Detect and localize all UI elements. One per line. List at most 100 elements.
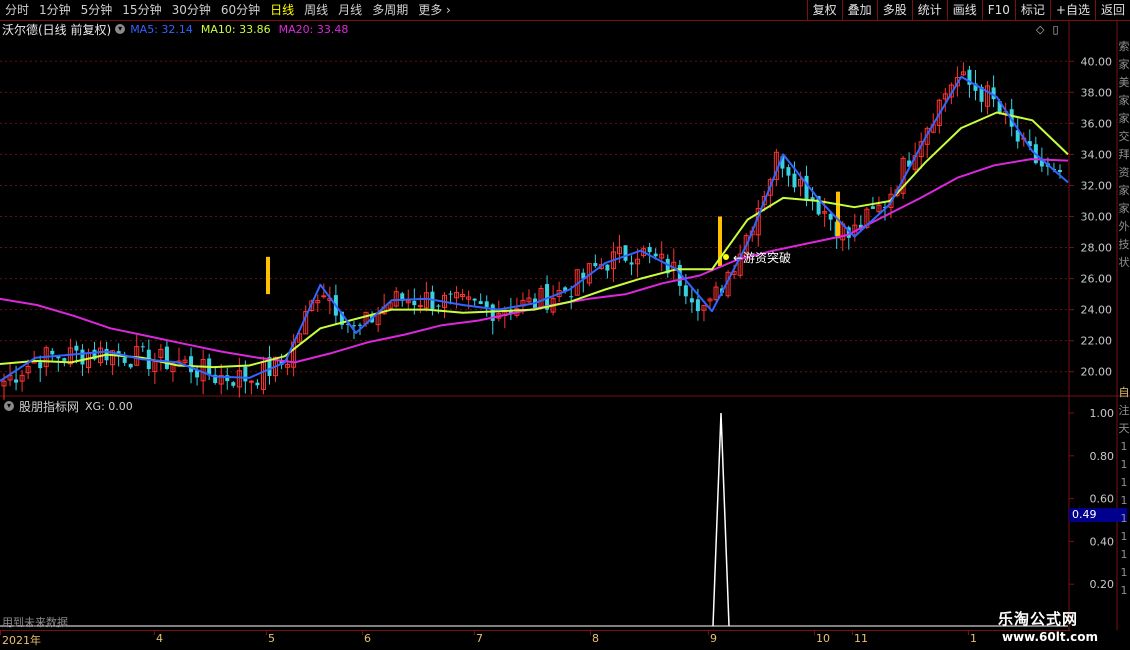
strip-char[interactable]: 1 — [1118, 582, 1130, 600]
candle-body — [786, 167, 791, 176]
right-info-strip: 索家美家家交拜资家家外技状自注天111111111 — [1118, 38, 1130, 600]
strip-char[interactable]: 1 — [1118, 474, 1130, 492]
date-tick: 11 — [854, 632, 868, 645]
date-tick: 6 — [364, 632, 371, 645]
y-tick-label: 30.00 — [1081, 211, 1113, 224]
date-tick: 10 — [816, 632, 830, 645]
candle-body — [80, 349, 85, 365]
watermark-url: www.60lt.com — [1002, 630, 1099, 644]
candle-body — [478, 301, 483, 305]
y-tick-label: 34.00 — [1081, 148, 1113, 161]
date-tick: 8 — [592, 632, 599, 645]
candle-body — [351, 325, 356, 327]
strip-char[interactable]: 1 — [1118, 564, 1130, 582]
candle-body — [448, 293, 453, 295]
candle-body — [14, 379, 19, 383]
strip-char[interactable]: 1 — [1118, 510, 1130, 528]
strip-char[interactable]: 资 — [1118, 164, 1130, 182]
candle-body — [189, 356, 194, 373]
candle-body — [653, 253, 658, 257]
candle-body — [38, 362, 43, 369]
candle-body — [472, 298, 477, 301]
strip-char[interactable]: 自 — [1118, 384, 1130, 402]
strip-char[interactable]: 家 — [1118, 92, 1130, 110]
watermark-title: 乐淘公式网 — [998, 610, 1079, 628]
candle-body — [62, 358, 67, 361]
strip-char[interactable]: 交 — [1118, 128, 1130, 146]
strip-char[interactable]: 1 — [1118, 492, 1130, 510]
date-axis: 2021年 4 5 6 7 8 9 10 11 1 — [0, 630, 1070, 649]
y-tick-label: 36.00 — [1081, 117, 1113, 130]
signal-bar — [836, 191, 840, 239]
sub-y-tick-label: 0.80 — [1090, 450, 1115, 463]
strip-char[interactable]: 家 — [1118, 200, 1130, 218]
candle-body — [623, 245, 628, 261]
strip-char[interactable]: 家 — [1118, 110, 1130, 128]
candle-body — [243, 366, 248, 382]
breakout-annotation: ←游资突破 — [733, 251, 792, 265]
date-tick: 9 — [710, 632, 717, 645]
candle-body — [412, 300, 417, 306]
strip-char[interactable]: 家 — [1118, 182, 1130, 200]
y-tick-label: 38.00 — [1081, 86, 1113, 99]
strip-char[interactable]: 1 — [1118, 438, 1130, 456]
candle-body — [647, 247, 652, 253]
y-tick-label: 22.00 — [1081, 335, 1113, 348]
strip-char[interactable]: 拜 — [1118, 146, 1130, 164]
signal-bar — [266, 256, 270, 295]
date-tick: 1 — [970, 632, 977, 645]
candle-body — [255, 382, 260, 386]
candle-body — [128, 363, 133, 368]
candle-body — [792, 173, 797, 188]
breakout-marker — [723, 254, 729, 260]
candle-body — [569, 296, 574, 298]
kline-chart[interactable]: 40.00 38.00 36.00 34.00 32.00 30.00 28.00 26.00… — [0, 0, 1130, 650]
indicator-title[interactable]: 股朋指标网 — [19, 398, 79, 415]
sub-y-tick-label: 0.40 — [1090, 535, 1115, 548]
sub-y-tick-label: 0.20 — [1090, 578, 1115, 591]
y-tick-label: 40.00 — [1081, 55, 1113, 68]
candle-body — [417, 305, 423, 308]
sub-y-tick-label: 0.60 — [1090, 493, 1115, 506]
candle-body — [164, 346, 169, 369]
strip-char[interactable]: 家 — [1118, 56, 1130, 74]
y-tick-label: 32.00 — [1081, 179, 1113, 192]
chevron-down-icon[interactable]: ▾ — [4, 401, 14, 411]
indicator-header: ▾ 股朋指标网 XG: 0.00 — [0, 398, 133, 414]
strip-char[interactable]: 1 — [1118, 456, 1130, 474]
candle-body — [593, 263, 598, 267]
candle-body — [140, 346, 145, 348]
date-tick: 4 — [156, 632, 163, 645]
xg-spike — [712, 412, 730, 627]
candle-body — [695, 299, 700, 312]
candle-body — [321, 295, 327, 298]
candle-body — [1057, 169, 1062, 173]
sub-y-tick-label: 1.00 — [1090, 407, 1115, 420]
y-tick-label: 26.00 — [1081, 273, 1113, 286]
candle-body — [683, 285, 688, 297]
future-data-note: 用到未来数据 — [2, 616, 68, 629]
strip-char[interactable]: 状 — [1118, 254, 1130, 272]
candle-body — [605, 264, 610, 271]
candle-body — [629, 262, 634, 265]
strip-char[interactable]: 天 — [1118, 420, 1130, 438]
ma10-line — [0, 111, 1069, 369]
strip-char[interactable]: 技 — [1118, 236, 1130, 254]
y-tick-label: 20.00 — [1081, 366, 1113, 379]
strip-char[interactable]: 外 — [1118, 218, 1130, 236]
candle-body — [870, 206, 875, 209]
strip-char[interactable]: 1 — [1118, 546, 1130, 564]
strip-char[interactable]: 美 — [1118, 74, 1130, 92]
candle-body — [50, 350, 55, 355]
y-tick-label: 28.00 — [1081, 242, 1113, 255]
candle-body — [231, 382, 236, 386]
ma5-line — [0, 75, 1069, 382]
ma20-line — [0, 158, 1069, 364]
strip-char[interactable]: 注 — [1118, 402, 1130, 420]
candle-body — [689, 298, 694, 303]
strip-char[interactable]: 索 — [1118, 38, 1130, 56]
candle-body — [358, 324, 363, 326]
strip-char[interactable]: 1 — [1118, 528, 1130, 546]
candle-body — [74, 345, 79, 351]
date-tick: 5 — [268, 632, 275, 645]
